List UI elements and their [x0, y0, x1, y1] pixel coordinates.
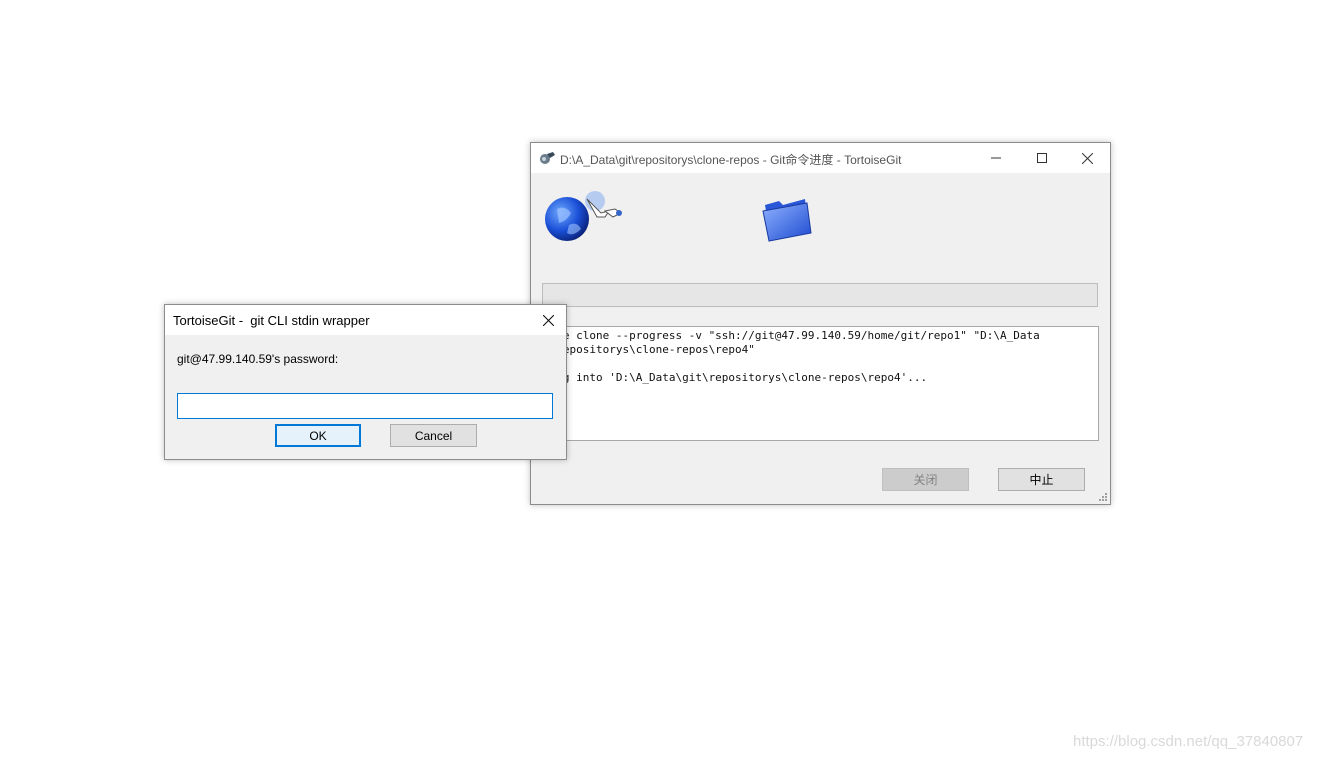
- close-icon: [542, 314, 554, 326]
- abort-button[interactable]: 中止: [998, 468, 1085, 491]
- close-dialog-button[interactable]: [529, 305, 567, 335]
- progress-bar: [542, 283, 1098, 307]
- console-line: ning into 'D:\A_Data\git\repositorys\clo…: [543, 371, 928, 384]
- cancel-button[interactable]: Cancel: [390, 424, 477, 447]
- progress-window-title: D:\A_Data\git\repositorys\clone-repos - …: [560, 153, 902, 167]
- progress-window-titlebar[interactable]: D:\A_Data\git\repositorys\clone-repos - …: [531, 143, 1110, 173]
- close-button-disabled[interactable]: 关闭: [882, 468, 969, 491]
- folder-icon: [762, 199, 812, 242]
- console-line: t\repositorys\clone-repos\repo4": [543, 343, 755, 356]
- watermark-text: https://blog.csdn.net/qq_37840807: [1073, 733, 1304, 750]
- resize-grip-icon[interactable]: [1098, 492, 1108, 502]
- ok-button[interactable]: OK: [275, 424, 361, 447]
- maximize-icon: [1037, 153, 1047, 163]
- minimize-icon: [991, 157, 1001, 159]
- maximize-button[interactable]: [1019, 143, 1065, 173]
- password-dialog: TortoiseGit - git CLI stdin wrapper git@…: [164, 304, 567, 460]
- close-icon: [1081, 152, 1093, 164]
- password-prompt-label: git@47.99.140.59's password:: [177, 352, 339, 366]
- password-input[interactable]: [177, 393, 553, 419]
- password-dialog-title: TortoiseGit - git CLI stdin wrapper: [173, 313, 370, 328]
- progress-window: D:\A_Data\git\repositorys\clone-repos - …: [530, 142, 1111, 505]
- console-line: .exe clone --progress -v "ssh://git@47.9…: [543, 329, 1040, 342]
- password-dialog-titlebar[interactable]: TortoiseGit - git CLI stdin wrapper: [165, 305, 566, 335]
- command-output-box[interactable]: .exe clone --progress -v "ssh://git@47.9…: [542, 326, 1099, 441]
- close-window-button[interactable]: [1064, 143, 1110, 173]
- globe-transfer-icon: [545, 191, 622, 241]
- tortoisegit-app-icon: [539, 150, 556, 166]
- minimize-button[interactable]: [973, 143, 1019, 173]
